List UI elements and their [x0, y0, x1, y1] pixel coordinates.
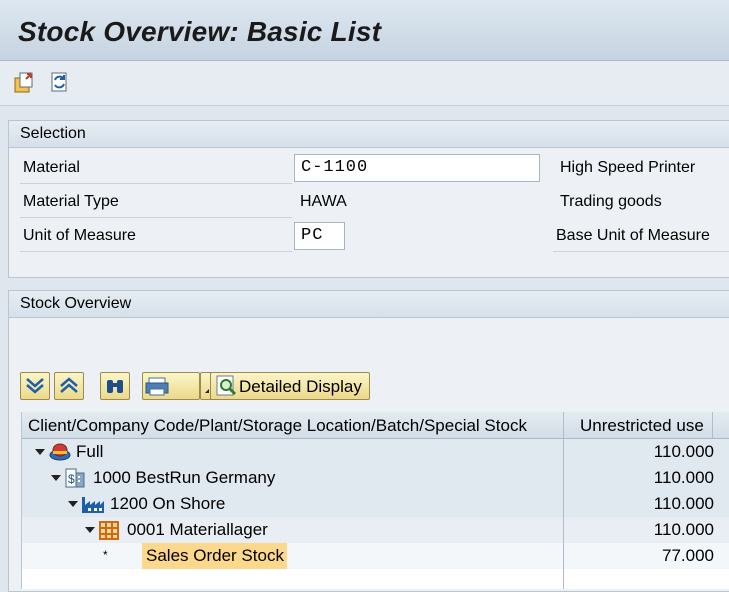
detailed-display-button[interactable]: Detailed Display — [210, 372, 370, 400]
refresh-icon[interactable] — [46, 69, 72, 95]
selection-title: Selection — [20, 125, 86, 142]
detailed-display-label: Detailed Display — [239, 377, 362, 396]
material-type-label: Material Type — [23, 193, 119, 210]
binoculars-icon — [107, 380, 123, 393]
unrestricted-value: 110.000 — [653, 442, 714, 461]
material-type-description: Trading goods — [560, 193, 662, 210]
svg-text:$: $ — [68, 472, 75, 486]
leaf-marker: * — [103, 548, 108, 562]
tree-row-special-stock[interactable]: * Sales Order Stock 77.000 — [22, 543, 729, 569]
tree-row-label: 1200 On Shore — [110, 494, 226, 513]
tree-row-plant[interactable]: 1200 On Shore 110.000 — [22, 491, 729, 517]
column-header-hierarchy[interactable]: Client/Company Code/Plant/Storage Locati… — [28, 416, 527, 436]
stock-tree-grid: Client/Company Code/Plant/Storage Locati… — [21, 412, 729, 589]
divider — [553, 251, 729, 252]
column-separator — [712, 412, 713, 438]
printer-icon — [145, 377, 169, 396]
application-toolbar — [0, 61, 729, 106]
expand-all-button[interactable] — [20, 372, 50, 400]
material-field[interactable]: C-1100 — [294, 154, 540, 182]
plant-icon — [82, 497, 104, 513]
collapse-all-button[interactable] — [54, 372, 84, 400]
uom-field[interactable]: PC — [294, 222, 345, 250]
uom-label: Unit of Measure — [23, 227, 136, 244]
company-code-icon: $ — [65, 468, 85, 488]
stock-overview-header: Stock Overview — [9, 291, 729, 318]
print-button[interactable] — [142, 372, 200, 400]
find-button[interactable] — [100, 372, 130, 400]
expand-arrow-icon[interactable] — [68, 501, 78, 507]
grid-header: Client/Company Code/Plant/Storage Locati… — [22, 412, 729, 439]
title-bar: Stock Overview: Basic List — [0, 0, 729, 61]
unrestricted-value: 110.000 — [653, 520, 714, 539]
tree-row-label: Full — [76, 442, 104, 461]
page-title: Stock Overview: Basic List — [18, 16, 382, 47]
material-type-value: HAWA — [300, 193, 347, 210]
selection-header: Selection — [9, 121, 729, 148]
unrestricted-value: 77.000 — [662, 546, 714, 565]
tree-row-storage-location[interactable]: 0001 Materiallager 110.000 — [22, 517, 729, 543]
divider — [20, 217, 292, 218]
collapse-icon — [60, 377, 78, 393]
uom-description: Base Unit of Measure — [556, 227, 710, 244]
divider — [20, 251, 292, 252]
expand-arrow-icon[interactable] — [35, 449, 45, 455]
column-separator — [563, 412, 564, 589]
expand-arrow-icon[interactable] — [85, 527, 95, 533]
detail-magnifier-icon — [216, 375, 237, 396]
material-label: Material — [23, 159, 80, 176]
tree-row-company-code[interactable]: $ 1000 BestRun Germany 110.000 — [22, 465, 729, 491]
divider — [20, 183, 292, 184]
tree-row-full[interactable]: Full 110.000 — [22, 439, 729, 465]
expand-arrow-icon[interactable] — [51, 475, 61, 481]
storage-location-icon — [99, 521, 119, 540]
material-description: High Speed Printer — [560, 159, 696, 176]
stock-overview-title: Stock Overview — [20, 295, 132, 312]
tree-row-label: 0001 Materiallager — [127, 520, 268, 539]
unrestricted-value: 110.000 — [653, 494, 714, 513]
client-icon — [49, 443, 71, 461]
tree-row-label: Sales Order Stock — [142, 543, 287, 569]
export-icon[interactable] — [12, 69, 38, 95]
tree-row-label: 1000 BestRun Germany — [93, 468, 276, 487]
expand-icon — [26, 378, 44, 394]
column-header-unrestricted[interactable]: Unrestricted use — [580, 416, 704, 436]
unrestricted-value: 110.000 — [653, 468, 714, 487]
